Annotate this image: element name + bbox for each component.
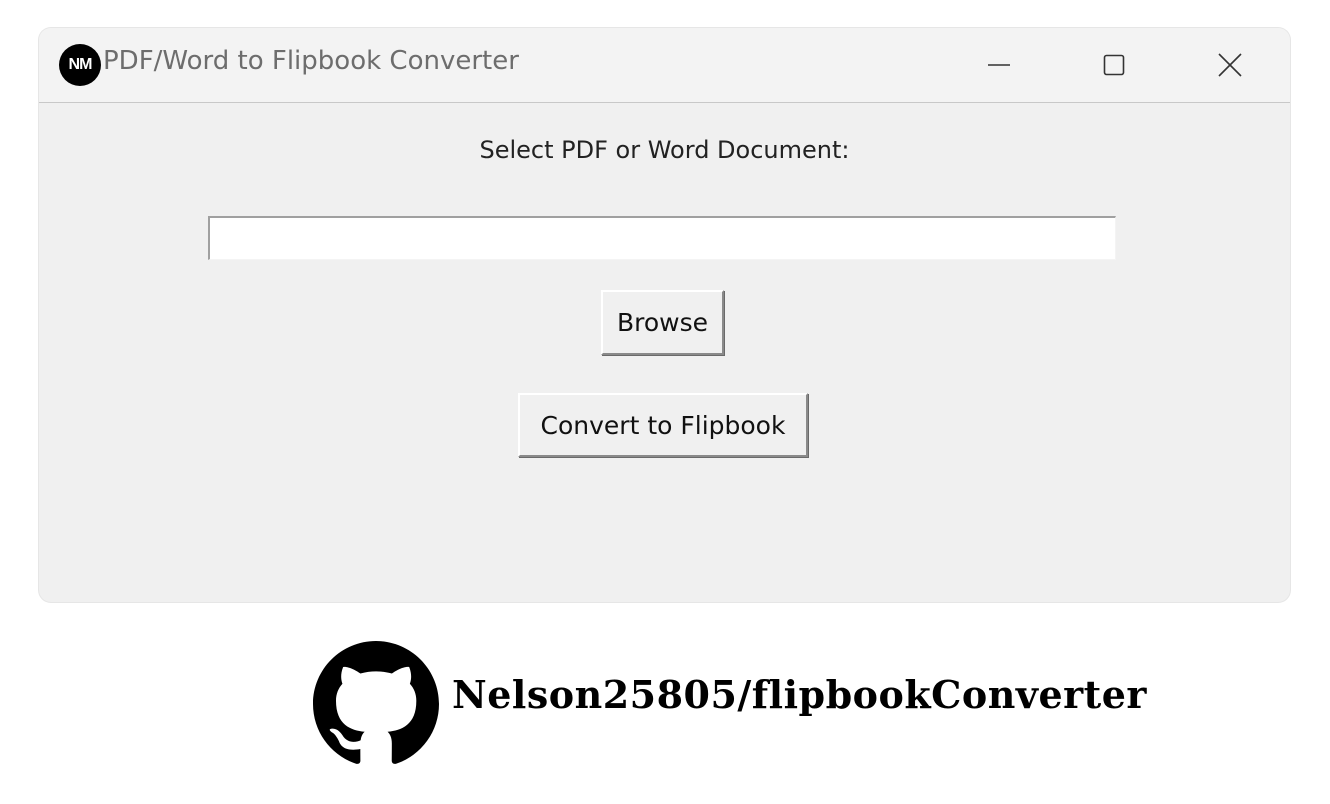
maximize-icon [1103, 54, 1125, 76]
minimize-icon [988, 64, 1010, 66]
browse-button[interactable]: Browse [601, 290, 724, 355]
select-document-label: Select PDF or Word Document: [479, 136, 850, 164]
app-logo-icon: NM [59, 44, 101, 86]
close-button[interactable] [1172, 28, 1288, 102]
file-path-input[interactable] [208, 216, 1116, 260]
maximize-button[interactable] [1056, 28, 1172, 102]
minimize-button[interactable] [941, 28, 1057, 102]
window-title: PDF/Word to Flipbook Converter [103, 46, 519, 76]
github-icon [313, 641, 439, 764]
title-bar[interactable]: NM PDF/Word to Flipbook Converter [39, 28, 1290, 103]
close-icon [1218, 53, 1242, 77]
convert-to-flipbook-button[interactable]: Convert to Flipbook [518, 393, 808, 457]
github-repo-name: Nelson25805/flipbookConverter [452, 672, 1147, 717]
screen: NM PDF/Word to Flipbook Converter Select… [0, 0, 1330, 804]
app-window: NM PDF/Word to Flipbook Converter Select… [39, 28, 1290, 602]
